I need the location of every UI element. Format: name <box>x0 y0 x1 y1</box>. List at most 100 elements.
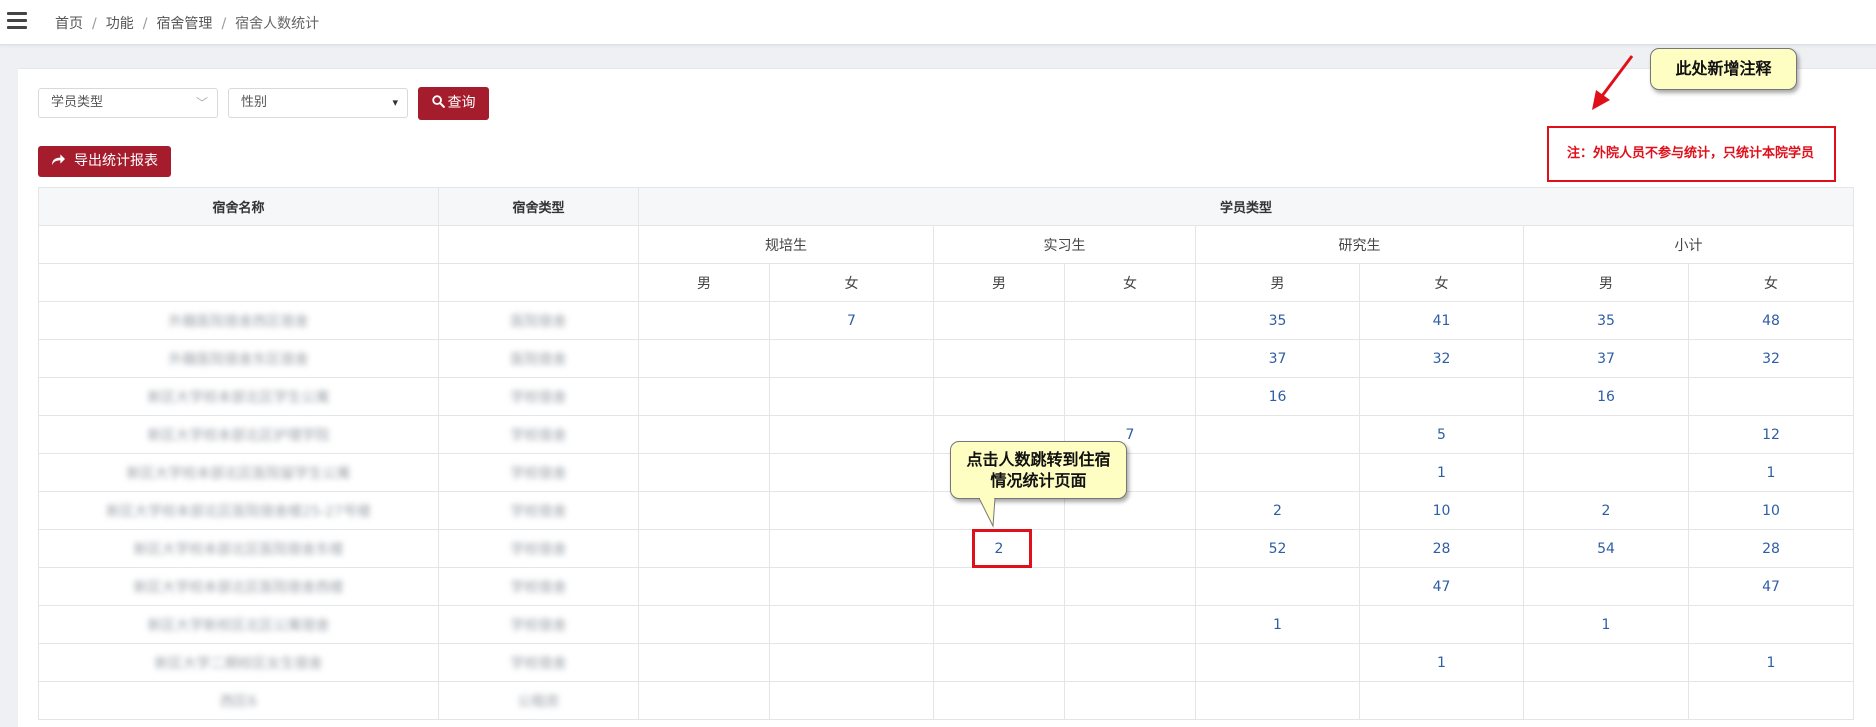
count-cell[interactable]: 1 <box>1523 605 1689 644</box>
count-cell[interactable]: 16 <box>1523 377 1689 416</box>
count-cell[interactable]: 52 <box>1195 529 1360 568</box>
count-cell <box>769 491 934 530</box>
dorm-type-blurred: 学校宿舍 <box>510 655 567 672</box>
count-cell[interactable]: 41 <box>1359 301 1524 340</box>
count-cell <box>769 567 934 606</box>
count-cell <box>933 681 1065 720</box>
count-cell[interactable]: 32 <box>1687 339 1855 378</box>
dorm-type-cell: 公租房 <box>438 681 639 720</box>
dorm-name-blurred: 新区大学校本部北区医院留学生公寓 <box>126 465 351 482</box>
dorm-type-blurred: 学校宿舍 <box>510 617 567 634</box>
table-row: 新区大学校本部北区医院宿舍东楼 学校宿舍 2 52 28 54 28 <box>38 529 1855 568</box>
count-cell[interactable]: 1 <box>1195 605 1360 644</box>
dorm-name-cell: 新区大学校本部北区医院留学生公寓 <box>38 453 439 492</box>
count-cell[interactable]: 32 <box>1359 339 1524 378</box>
count-cell[interactable]: 37 <box>1195 339 1360 378</box>
dorm-name-cell: 新区大学新校区北区公寓宿舍 <box>38 605 439 644</box>
count-cell[interactable]: 35 <box>1195 301 1360 340</box>
hamburger-menu-icon[interactable] <box>7 12 27 30</box>
dorm-type-blurred: 学校宿舍 <box>510 579 567 596</box>
count-cell <box>1064 339 1196 378</box>
annotation-bubble-tail <box>978 498 996 528</box>
gender-select[interactable]: 性别 ▾ <box>228 88 408 118</box>
header-gender: 女 <box>769 263 934 302</box>
count-cell[interactable]: 10 <box>1359 491 1524 530</box>
count-cell[interactable]: 1 <box>1359 453 1524 492</box>
count-cell[interactable]: 10 <box>1687 491 1855 530</box>
header-group: 研究生 <box>1195 225 1524 264</box>
count-cell[interactable]: 16 <box>1195 377 1360 416</box>
dorm-name-cell: 外籍医院宿舍东区宿舍 <box>38 339 439 378</box>
count-cell <box>638 377 770 416</box>
breadcrumb-function[interactable]: 功能 <box>106 16 134 32</box>
count-cell <box>638 415 770 454</box>
count-cell[interactable]: 2 <box>1195 491 1360 530</box>
header-student-type: 学员类型 <box>637 187 1855 226</box>
export-report-label: 导出统计报表 <box>74 153 158 169</box>
count-cell <box>1687 605 1855 644</box>
table-row: 新区大学校本部北区医院宿舍西楼 学校宿舍 47 47 <box>38 567 1855 606</box>
count-cell <box>933 377 1065 416</box>
annotation-highlight-box <box>972 529 1032 568</box>
dorm-name-blurred: 新区大学新校区北区公寓宿舍 <box>147 617 330 634</box>
header-gender: 女 <box>1687 263 1855 302</box>
count-cell[interactable]: 1 <box>1687 643 1855 682</box>
header-dorm-type: 宿舍类型 <box>438 187 639 226</box>
breadcrumb-home[interactable]: 首页 <box>55 16 83 32</box>
count-cell <box>1064 377 1196 416</box>
dorm-name-cell: 新区大学校本部北区医院宿舍东楼 <box>38 529 439 568</box>
count-cell[interactable]: 28 <box>1359 529 1524 568</box>
count-cell <box>1064 301 1196 340</box>
header-gender: 男 <box>1195 263 1360 302</box>
count-cell[interactable]: 54 <box>1523 529 1689 568</box>
dorm-type-cell: 医院宿舍 <box>438 301 639 340</box>
annotation-bubble-jump-line2: 情况统计页面 <box>990 471 1087 490</box>
count-cell[interactable]: 47 <box>1359 567 1524 606</box>
count-cell <box>638 681 770 720</box>
count-cell[interactable]: 2 <box>1523 491 1689 530</box>
dorm-type-blurred: 学校宿舍 <box>510 465 567 482</box>
header-spacer <box>438 225 639 264</box>
dorm-name-cell: 新区大学校本部北区医院宿舍西楼 <box>38 567 439 606</box>
dorm-type-cell: 学校宿舍 <box>438 377 639 416</box>
count-cell[interactable]: 5 <box>1359 415 1524 454</box>
dorm-name-blurred: 外籍医院宿舍东区宿舍 <box>168 351 309 368</box>
count-cell[interactable]: 48 <box>1687 301 1855 340</box>
query-button[interactable]: 查询 <box>418 87 489 120</box>
breadcrumb-current: 宿舍人数统计 <box>235 16 320 32</box>
count-cell <box>1195 567 1360 606</box>
count-cell <box>769 605 934 644</box>
dorm-name-blurred: 新区大学校本部北区医院宿舍楼25-27号楼 <box>106 503 371 520</box>
annotation-note-box: 注：外院人员不参与统计，只统计本院学员 <box>1547 126 1836 182</box>
dorm-name-blurred: 新区大学校本部北区学生公寓 <box>147 389 330 406</box>
count-cell <box>1359 681 1524 720</box>
export-report-button[interactable]: 导出统计报表 <box>38 146 171 177</box>
count-cell <box>1523 567 1689 606</box>
table-row: 外籍医院宿舍西区宿舍 医院宿舍 7 35 41 35 48 <box>38 301 1855 340</box>
dorm-type-blurred: 学校宿舍 <box>510 541 567 558</box>
count-cell <box>1523 643 1689 682</box>
count-cell[interactable]: 28 <box>1687 529 1855 568</box>
count-cell[interactable]: 7 <box>769 301 934 340</box>
dorm-name-cell: 新区大学校本部北区医院宿舍楼25-27号楼 <box>38 491 439 530</box>
table-row: 新区大学校本部北区医院宿舍楼25-27号楼 学校宿舍 2 10 2 10 <box>38 491 1855 530</box>
count-cell[interactable]: 37 <box>1523 339 1689 378</box>
count-cell[interactable]: 1 <box>1687 453 1855 492</box>
student-type-select[interactable]: 学员类型 ﹀ <box>38 88 218 118</box>
dorm-type-cell: 学校宿舍 <box>438 567 639 606</box>
header-gender: 女 <box>1359 263 1524 302</box>
dorm-type-cell: 学校宿舍 <box>438 643 639 682</box>
breadcrumb-dorm-management[interactable]: 宿舍管理 <box>156 16 212 32</box>
count-cell <box>1195 415 1360 454</box>
header-group: 小计 <box>1522 225 1855 264</box>
dorm-name-blurred: 西区6 <box>220 693 257 710</box>
count-cell[interactable]: 47 <box>1687 567 1855 606</box>
count-cell[interactable]: 1 <box>1359 643 1524 682</box>
count-cell[interactable]: 35 <box>1523 301 1689 340</box>
dorm-name-blurred: 新区大学校本部北区医院宿舍西楼 <box>133 579 344 596</box>
count-cell <box>638 643 770 682</box>
count-cell <box>769 643 934 682</box>
count-cell[interactable]: 12 <box>1687 415 1855 454</box>
count-cell <box>638 529 770 568</box>
count-cell <box>1523 415 1689 454</box>
